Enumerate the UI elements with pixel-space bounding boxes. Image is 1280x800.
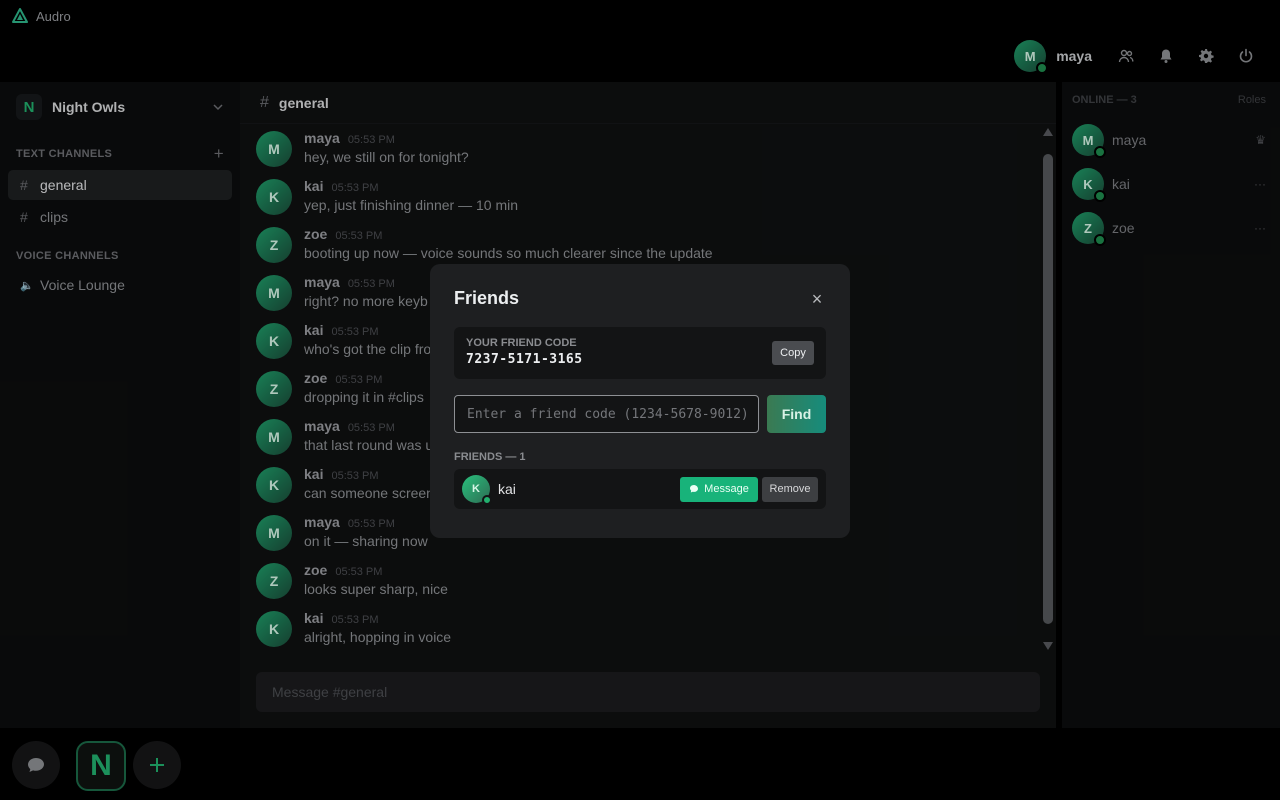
- friend-name: kai: [498, 481, 516, 497]
- close-icon[interactable]: ×: [810, 290, 824, 308]
- message-friend-button[interactable]: Message: [680, 476, 758, 502]
- friends-modal: Friends × YOUR FRIEND CODE 7237-5171-316…: [430, 264, 850, 538]
- friend-avatar: K: [462, 475, 492, 505]
- online-status-dot: [482, 495, 492, 505]
- modal-title: Friends: [454, 288, 520, 308]
- friend-avatar-initial: K: [472, 483, 480, 495]
- remove-friend-button[interactable]: Remove: [762, 476, 818, 502]
- friends-count-header: FRIENDS — 1: [454, 451, 526, 463]
- friend-row: K kai Message Remove: [454, 469, 826, 509]
- message-label: Message: [704, 483, 749, 495]
- friend-code-box: YOUR FRIEND CODE 7237-5171-3165 Copy: [454, 327, 826, 379]
- find-friend-row: Find: [454, 395, 826, 433]
- friend-code-input[interactable]: [454, 395, 759, 433]
- friend-code-label: YOUR FRIEND CODE: [466, 337, 577, 349]
- chat-bubble-icon: [690, 485, 699, 493]
- find-button[interactable]: Find: [767, 395, 826, 433]
- friend-code-value: 7237-5171-3165: [466, 352, 583, 367]
- copy-button[interactable]: Copy: [772, 341, 814, 365]
